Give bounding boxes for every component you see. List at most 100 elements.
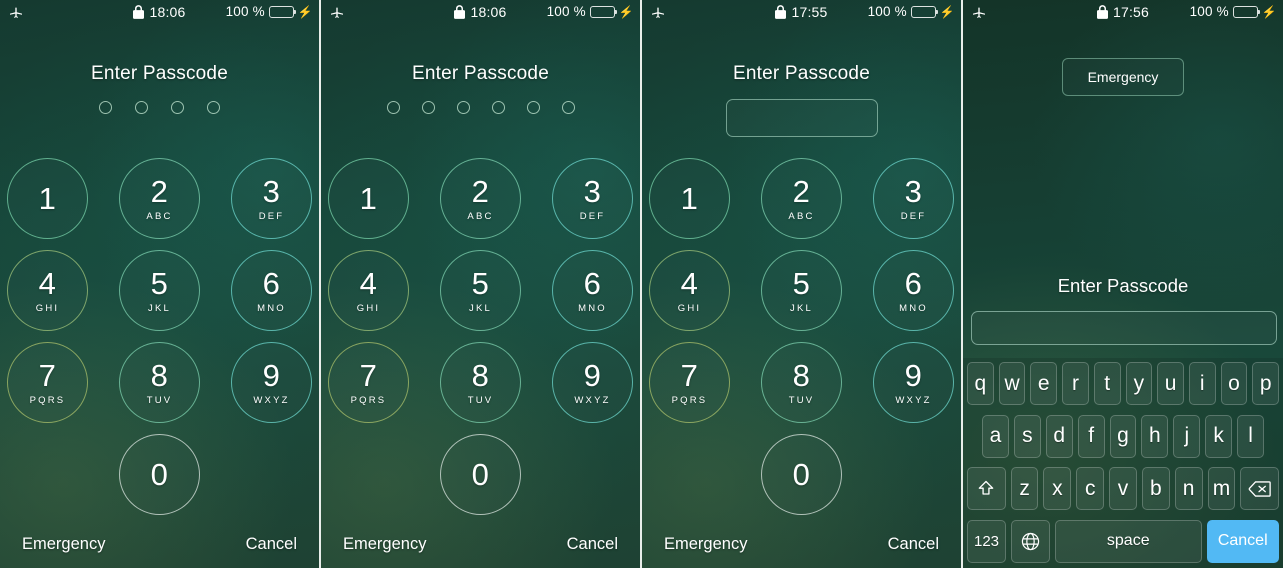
keypad-key-2[interactable]: 2 ABC (761, 158, 842, 239)
keypad-key-5[interactable]: 5 JKL (761, 250, 842, 331)
emergency-button[interactable]: Emergency (664, 535, 747, 554)
keypad-row: 4 GHI 5 JKL 6 MNO (7, 250, 312, 331)
keypad-key-9[interactable]: 9 WXYZ (231, 342, 312, 423)
footer-actions: Emergency Cancel (321, 535, 640, 554)
emergency-button[interactable]: Emergency (1062, 58, 1184, 96)
keypad-key-9[interactable]: 9 WXYZ (873, 342, 954, 423)
keypad-key-2[interactable]: 2 ABC (440, 158, 521, 239)
key-y[interactable]: y (1125, 362, 1153, 405)
key-a[interactable]: a (982, 414, 1009, 458)
key-w[interactable]: w (998, 362, 1026, 405)
keypad-key-7[interactable]: 7 PQRS (328, 342, 409, 423)
globe-icon[interactable] (1011, 519, 1050, 563)
keypad-key-0[interactable]: 0 (440, 434, 521, 515)
space-key[interactable]: space (1055, 519, 1202, 563)
cancel-button[interactable]: Cancel (567, 535, 618, 554)
keypad-key-number: 5 (150, 265, 169, 301)
keypad-key-8[interactable]: 8 TUV (119, 342, 200, 423)
key-q[interactable]: q (966, 362, 994, 405)
passcode-dot (171, 101, 184, 114)
key-l[interactable]: l (1237, 414, 1265, 458)
cancel-button[interactable]: Cancel (246, 535, 297, 554)
battery-indicator: 100 % ⚡ (868, 4, 955, 19)
emergency-button[interactable]: Emergency (343, 535, 426, 554)
lightning-bolt-icon: ⚡ (297, 4, 313, 19)
shift-icon[interactable] (967, 467, 1006, 511)
passcode-dots (0, 101, 319, 114)
key-o[interactable]: o (1220, 362, 1248, 405)
key-t[interactable]: t (1093, 362, 1121, 405)
key-n[interactable]: n (1174, 467, 1203, 511)
battery-icon (910, 5, 939, 18)
on-screen-keyboard: q w e r t y u i o p a s d f g h j k l z … (963, 358, 1283, 568)
keypad-row: 7 PQRS 8 TUV 9 WXYZ (328, 342, 633, 423)
passcode-dot (456, 101, 470, 114)
passcode-input-field[interactable] (725, 99, 878, 137)
keypad-key-number: 0 (150, 457, 169, 492)
battery-indicator: 100 % ⚡ (226, 4, 313, 19)
key-u[interactable]: u (1157, 362, 1184, 405)
emergency-button[interactable]: Emergency (22, 535, 105, 554)
status-time: 17:56 (1112, 4, 1150, 20)
key-z[interactable]: z (1010, 467, 1039, 511)
keypad-key-number: 8 (150, 357, 169, 393)
key-j[interactable]: j (1173, 414, 1201, 458)
keypad-key-number: 9 (583, 357, 602, 393)
key-e[interactable]: e (1030, 362, 1058, 405)
passcode-input-field[interactable] (971, 311, 1277, 345)
key-f[interactable]: f (1077, 414, 1105, 458)
keypad-key-3[interactable]: 3 DEF (873, 158, 954, 239)
keypad-key-7[interactable]: 7 PQRS (7, 342, 88, 423)
key-p[interactable]: p (1252, 362, 1280, 405)
keypad-key-1[interactable]: 1 (328, 158, 409, 239)
keypad-key-3[interactable]: 3 DEF (231, 158, 312, 239)
keypad-key-number: 1 (680, 181, 699, 216)
keypad-key-8[interactable]: 8 TUV (440, 342, 521, 423)
key-g[interactable]: g (1109, 414, 1137, 458)
lock-icon (775, 5, 787, 19)
key-r[interactable]: r (1062, 362, 1089, 405)
page-title: Enter Passcode (1057, 275, 1189, 296)
keypad-key-letters: ABC (467, 210, 494, 222)
key-x[interactable]: x (1043, 467, 1072, 511)
lightning-bolt-icon: ⚡ (939, 4, 955, 19)
keypad-key-6[interactable]: 6 MNO (231, 250, 312, 331)
keypad-key-8[interactable]: 8 TUV (761, 342, 842, 423)
keypad-key-number: 4 (38, 265, 57, 301)
key-v[interactable]: v (1109, 467, 1137, 511)
keypad-key-2[interactable]: 2 ABC (119, 158, 200, 239)
key-h[interactable]: h (1141, 414, 1169, 458)
keypad-key-7[interactable]: 7 PQRS (649, 342, 730, 423)
keypad-key-3[interactable]: 3 DEF (552, 158, 633, 239)
cancel-button[interactable]: Cancel (888, 535, 939, 554)
keypad-key-1[interactable]: 1 (7, 158, 88, 239)
keypad-key-letters: PQRS (671, 394, 708, 406)
key-k[interactable]: k (1205, 414, 1233, 458)
key-d[interactable]: d (1045, 414, 1073, 458)
keypad-key-1[interactable]: 1 (649, 158, 730, 239)
keypad-key-5[interactable]: 5 JKL (440, 250, 521, 331)
keyboard-row-2: a s d f g h j k l (965, 414, 1281, 458)
keypad-key-6[interactable]: 6 MNO (552, 250, 633, 331)
keypad-key-0[interactable]: 0 (119, 434, 200, 515)
cancel-button[interactable]: Cancel (1206, 519, 1279, 563)
keyboard-row-3: z x c v b n m (965, 467, 1281, 511)
keypad-key-letters: WXYZ (574, 394, 611, 406)
key-c[interactable]: c (1076, 467, 1105, 511)
key-b[interactable]: b (1141, 467, 1170, 511)
keyboard-row-4: 123 space Cancel (965, 519, 1281, 563)
numeric-keypad: 1 2 ABC 3 DEF 4 GHI 5 JKL 6 MNO 7 PQRS 8 TUV 9W… (642, 158, 961, 515)
lock-icon (133, 5, 145, 19)
keypad-key-4[interactable]: 4 GHI (328, 250, 409, 331)
keypad-key-4[interactable]: 4 GHI (649, 250, 730, 331)
keypad-key-6[interactable]: 6 MNO (873, 250, 954, 331)
backspace-icon[interactable] (1240, 467, 1279, 511)
key-m[interactable]: m (1207, 467, 1236, 511)
keypad-key-0[interactable]: 0 (761, 434, 842, 515)
numeric-mode-key[interactable]: 123 (967, 519, 1006, 563)
keypad-key-9[interactable]: 9 WXYZ (552, 342, 633, 423)
key-s[interactable]: s (1013, 414, 1041, 458)
keypad-key-5[interactable]: 5 JKL (119, 250, 200, 331)
keypad-key-4[interactable]: 4 GHI (7, 250, 88, 331)
key-i[interactable]: i (1188, 362, 1216, 405)
